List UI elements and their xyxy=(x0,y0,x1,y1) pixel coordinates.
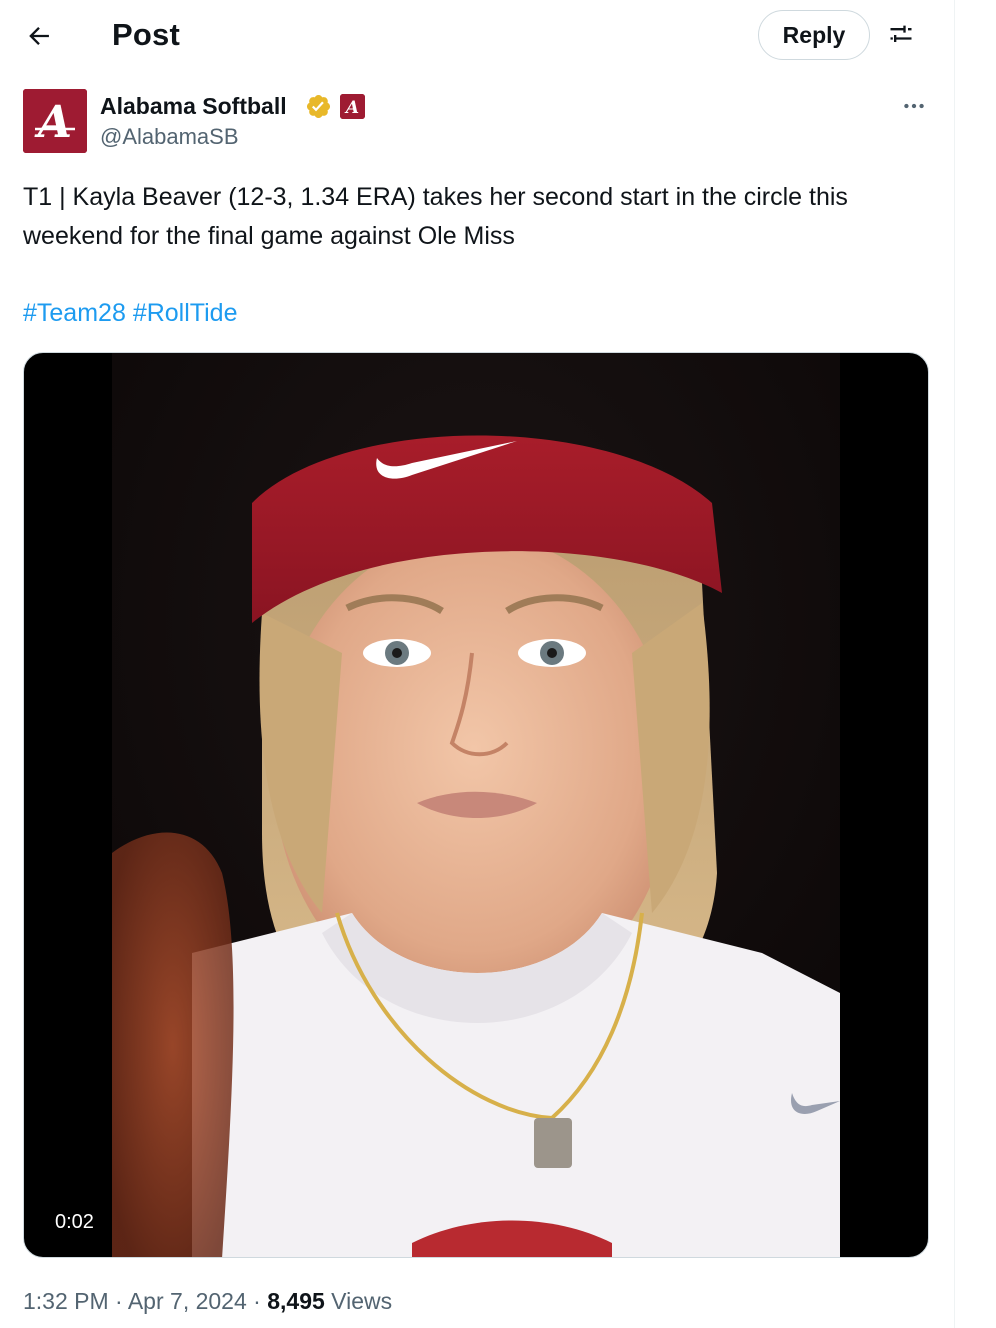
post-page: Post Reply A Alabama Softball A @Alabama… xyxy=(0,0,996,1328)
hashtag-team28[interactable]: #Team28 xyxy=(23,299,126,327)
svg-text:A: A xyxy=(344,98,359,118)
svg-text:A: A xyxy=(34,97,72,148)
reply-button[interactable]: Reply xyxy=(758,10,870,60)
reply-settings-button[interactable] xyxy=(880,14,922,56)
video-thumbnail xyxy=(112,353,840,1257)
alabama-mini-logo-icon: A xyxy=(340,94,365,119)
tweet-text: T1 | Kayla Beaver (12-3, 1.34 ERA) takes… xyxy=(23,183,848,250)
post-date[interactable]: Apr 7, 2024 xyxy=(128,1288,247,1314)
video-duration-badge: 0:02 xyxy=(44,1206,105,1238)
hashtag-rolltide[interactable]: #RollTide xyxy=(133,299,238,327)
page-title: Post xyxy=(112,17,180,52)
views-count[interactable]: 8,495 xyxy=(267,1288,325,1314)
affiliate-badge-icon[interactable]: A xyxy=(340,94,365,119)
sliders-icon xyxy=(890,25,912,42)
verified-badge-icon xyxy=(306,94,331,119)
views-label: Views xyxy=(331,1288,393,1314)
back-button[interactable] xyxy=(18,15,60,57)
post-time[interactable]: 1:32 PM xyxy=(23,1288,109,1314)
meta-separator: · xyxy=(253,1288,261,1314)
column-divider xyxy=(954,0,955,1328)
alabama-logo-icon: A xyxy=(23,89,87,153)
hashtags: #Team28 #RollTide xyxy=(23,294,238,333)
post-meta: 1:32 PM · Apr 7, 2024 · 8,495 Views xyxy=(23,1284,392,1318)
more-horizontal-icon xyxy=(904,103,924,109)
video-player[interactable] xyxy=(23,352,929,1258)
author-handle[interactable]: @AlabamaSB xyxy=(100,122,239,152)
more-options-button[interactable] xyxy=(896,88,932,124)
avatar[interactable]: A xyxy=(23,89,87,153)
post-header: Post Reply xyxy=(0,0,954,70)
arrow-left-icon xyxy=(29,27,49,45)
author-name[interactable]: Alabama Softball xyxy=(100,90,287,122)
meta-separator: · xyxy=(115,1288,123,1314)
